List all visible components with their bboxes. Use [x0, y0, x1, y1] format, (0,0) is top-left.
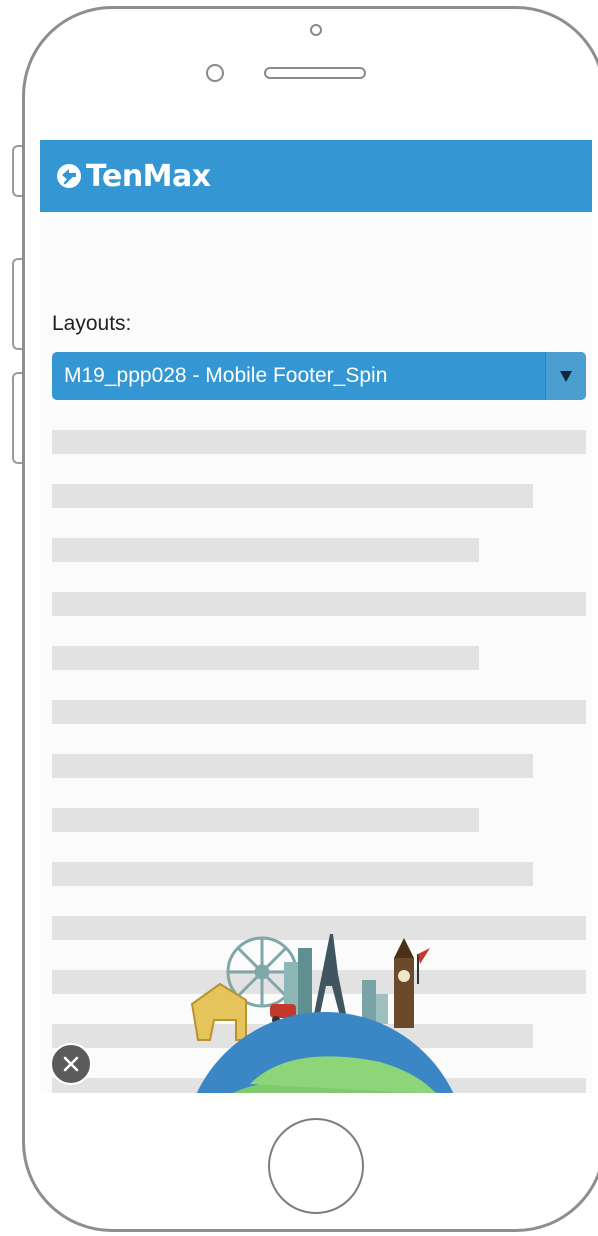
placeholder-line — [52, 754, 533, 778]
phone-sensor — [310, 24, 322, 36]
app-header: TenMax — [40, 140, 592, 212]
travel-globe-landmarks-illustration — [190, 934, 454, 1093]
placeholder-line — [52, 430, 586, 454]
close-ad-button[interactable] — [50, 1043, 92, 1085]
layouts-label: Layouts: — [52, 312, 132, 335]
layouts-select[interactable]: M19_ppp028 - Mobile Footer_Spin — [52, 352, 586, 400]
layouts-select-value: M19_ppp028 - Mobile Footer_Spin — [64, 364, 388, 387]
select-arrow-button[interactable] — [545, 352, 586, 400]
placeholder-line — [52, 862, 533, 886]
phone-front-camera — [206, 64, 224, 82]
placeholder-line — [52, 808, 479, 832]
placeholder-line — [52, 592, 586, 616]
tenmax-logo-icon — [56, 163, 82, 189]
brand-name: TenMax — [86, 158, 211, 194]
placeholder-line — [52, 484, 533, 508]
brand-logo[interactable]: TenMax — [56, 159, 211, 194]
phone-speaker — [264, 67, 366, 79]
placeholder-line — [52, 538, 479, 562]
close-icon — [63, 1056, 79, 1072]
phone-home-button[interactable] — [268, 1118, 364, 1214]
triangle-down-icon — [560, 371, 572, 382]
placeholder-line — [52, 646, 479, 670]
phone-screen: TenMax Layouts: M19_ppp028 - Mobile Foot… — [40, 140, 592, 1093]
placeholder-line — [52, 700, 586, 724]
footer-ad-banner[interactable] — [180, 934, 470, 1093]
